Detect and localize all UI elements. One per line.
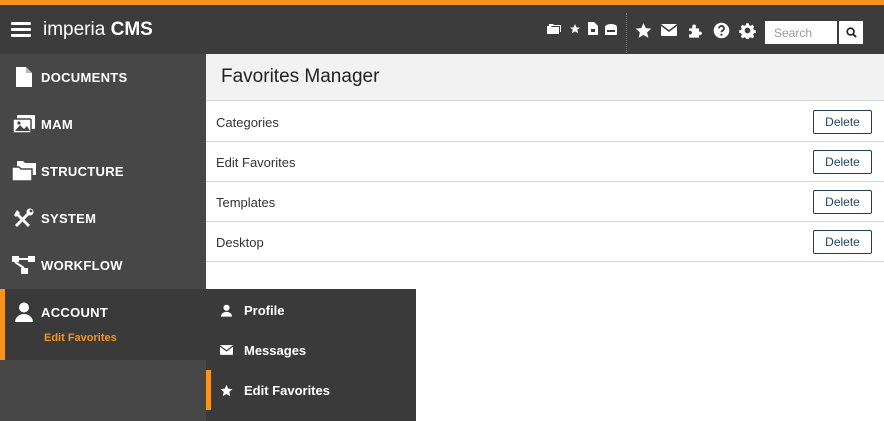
flyout-item-edit-favorites[interactable]: Edit Favorites [206, 370, 416, 410]
table-row: Edit Favorites Delete [206, 142, 884, 182]
flyout-item-profile[interactable]: Profile [206, 290, 416, 330]
help-icon[interactable] [712, 21, 730, 39]
gear-icon[interactable] [738, 21, 756, 39]
sidebar-item-system[interactable]: SYSTEM [0, 195, 206, 242]
header-divider [626, 13, 627, 53]
favorite-name[interactable]: Templates [216, 195, 275, 210]
star-icon[interactable] [568, 22, 582, 36]
user-icon [219, 303, 233, 317]
folders-icon [12, 160, 36, 182]
envelope-icon [219, 343, 233, 357]
account-flyout-menu: Profile Messages Edit Favorites [206, 289, 416, 421]
table-row: Categories Delete [206, 102, 884, 142]
brand-logo[interactable]: imperia CMS [43, 19, 153, 41]
delete-button[interactable]: Delete [813, 110, 872, 134]
sidebar-item-workflow[interactable]: WORKFLOW [0, 242, 206, 289]
delete-button[interactable]: Delete [813, 150, 872, 174]
delete-button[interactable]: Delete [813, 190, 872, 214]
envelope-icon[interactable] [660, 23, 677, 37]
inbox-icon[interactable] [603, 23, 619, 36]
search-icon [845, 27, 857, 38]
sidebar-item-account[interactable]: ACCOUNT Edit Favorites [0, 289, 206, 360]
user-icon [12, 301, 36, 323]
active-indicator [0, 289, 5, 360]
sidebar: DOCUMENTS MAM STRUCTURE SYSTEM WORKFLOW … [0, 54, 206, 421]
favorite-name[interactable]: Desktop [216, 235, 264, 250]
flyout-item-messages[interactable]: Messages [206, 330, 416, 370]
hamburger-menu-icon[interactable] [11, 22, 31, 38]
active-indicator [206, 370, 211, 410]
sidebar-sub-edit-favorites[interactable]: Edit Favorites [44, 332, 117, 344]
workflow-icon [12, 254, 36, 276]
table-row: Templates Delete [206, 182, 884, 222]
delete-button[interactable]: Delete [813, 230, 872, 254]
favorite-name[interactable]: Edit Favorites [216, 155, 295, 170]
favorites-star-icon[interactable] [634, 21, 652, 39]
puzzle-icon[interactable] [686, 21, 704, 39]
file-icon[interactable] [587, 21, 599, 36]
app-header: imperia CMS [0, 5, 884, 54]
sidebar-item-mam[interactable]: MAM [0, 101, 206, 148]
main-content: Favorites Manager Categories Delete Edit… [206, 54, 884, 262]
images-icon [12, 113, 36, 135]
search-input[interactable] [765, 21, 837, 44]
tools-icon [12, 207, 36, 229]
table-row: Desktop Delete [206, 222, 884, 262]
sidebar-item-structure[interactable]: STRUCTURE [0, 148, 206, 195]
document-icon [12, 66, 36, 88]
search-button[interactable] [838, 21, 863, 44]
page-title-bar: Favorites Manager [206, 54, 884, 101]
folder-icon[interactable] [546, 22, 562, 36]
favorite-name[interactable]: Categories [216, 115, 279, 130]
page-title: Favorites Manager [221, 66, 380, 87]
sidebar-item-documents[interactable]: DOCUMENTS [0, 54, 206, 101]
star-icon [219, 383, 233, 397]
